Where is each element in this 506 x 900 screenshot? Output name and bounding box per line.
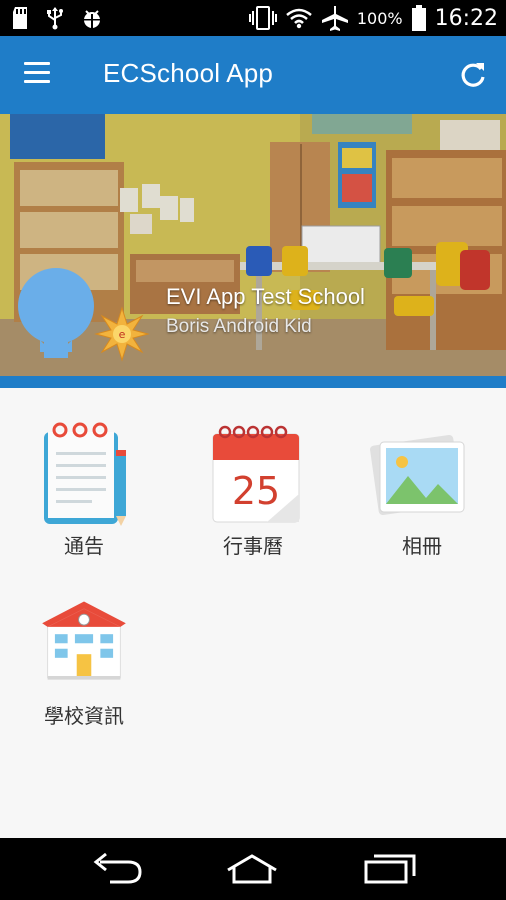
tile-school-info[interactable]: 學校資訊 [0, 558, 168, 728]
status-bar-system: 100% 16:22 [248, 4, 498, 32]
status-bar: 100% 16:22 [0, 0, 506, 36]
profile-avatar-icon[interactable] [18, 266, 94, 360]
student-name: Boris Android Kid [166, 316, 312, 337]
svg-text:e: e [119, 328, 126, 341]
status-bar-notifications [10, 6, 104, 30]
wifi-icon [286, 8, 312, 29]
badge-icon: e [94, 306, 150, 362]
app-title: ECSchool App [103, 58, 274, 88]
vibrate-icon [248, 6, 277, 30]
tile-school-info-label: 學校資訊 [44, 704, 124, 728]
calendar-icon: 25 [212, 425, 300, 523]
home-icon[interactable] [222, 852, 282, 886]
sd-card-icon [13, 7, 27, 29]
tile-album-label: 相冊 [402, 534, 442, 558]
battery-icon [411, 5, 426, 31]
menu-button[interactable] [24, 62, 56, 88]
hamburger-icon-line [24, 80, 50, 83]
hamburger-icon [24, 62, 50, 65]
tile-notices-label: 通告 [64, 534, 104, 558]
back-icon[interactable] [88, 852, 148, 886]
clock: 16:22 [434, 5, 498, 31]
menu-grid: 通告 25 行事曆 相冊 學校資訊 [0, 388, 506, 838]
usb-icon [47, 7, 63, 30]
banner-divider [0, 376, 506, 388]
calendar-date-number: 25 [232, 469, 280, 513]
tile-notices[interactable]: 通告 [0, 388, 168, 558]
recent-apps-icon[interactable] [360, 852, 420, 886]
hamburger-icon-line [24, 71, 50, 74]
airplane-icon [321, 6, 348, 31]
tile-album[interactable]: 相冊 [338, 388, 506, 558]
battery-percent: 100% [356, 8, 403, 28]
android-debug-icon [84, 10, 100, 28]
navigation-bar [0, 838, 506, 900]
tile-calendar-label: 行事曆 [223, 534, 283, 558]
refresh-icon[interactable] [458, 60, 488, 90]
notebook-icon [44, 422, 126, 526]
tile-calendar[interactable]: 25 行事曆 [169, 388, 337, 558]
photo-album-icon [370, 435, 465, 515]
app-bar: ECSchool App [0, 36, 506, 114]
school-name: EVI App Test School [166, 284, 365, 309]
school-building-icon [42, 601, 126, 680]
